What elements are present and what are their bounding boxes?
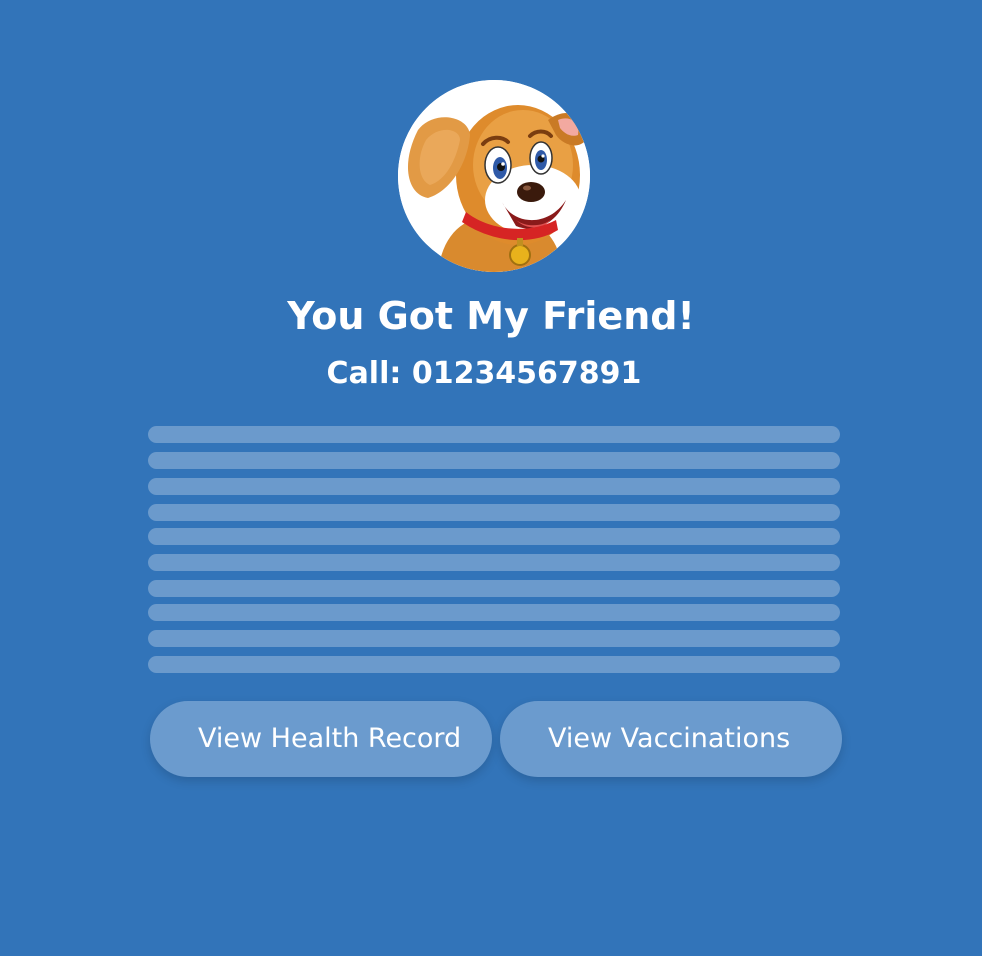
view-vaccinations-label: View Vaccinations xyxy=(548,723,791,754)
placeholder-line xyxy=(148,656,840,673)
dog-cartoon-icon xyxy=(398,80,590,272)
placeholder-line xyxy=(148,504,840,521)
pet-avatar xyxy=(398,80,590,272)
placeholder-line xyxy=(148,452,840,469)
placeholder-line xyxy=(148,478,840,495)
view-vaccinations-button[interactable]: View Vaccinations xyxy=(500,701,842,777)
view-health-record-label: View Health Record xyxy=(198,723,462,754)
placeholder-line xyxy=(148,426,840,443)
view-health-record-button[interactable]: View Health Record xyxy=(150,701,492,777)
placeholder-line xyxy=(148,528,840,545)
page-title: You Got My Friend! xyxy=(287,294,695,338)
content-placeholder xyxy=(148,426,840,673)
contact-phone: Call: 01234567891 xyxy=(326,356,642,391)
placeholder-line xyxy=(148,604,840,621)
placeholder-line xyxy=(148,554,840,571)
placeholder-line xyxy=(148,580,840,597)
placeholder-line xyxy=(148,630,840,647)
